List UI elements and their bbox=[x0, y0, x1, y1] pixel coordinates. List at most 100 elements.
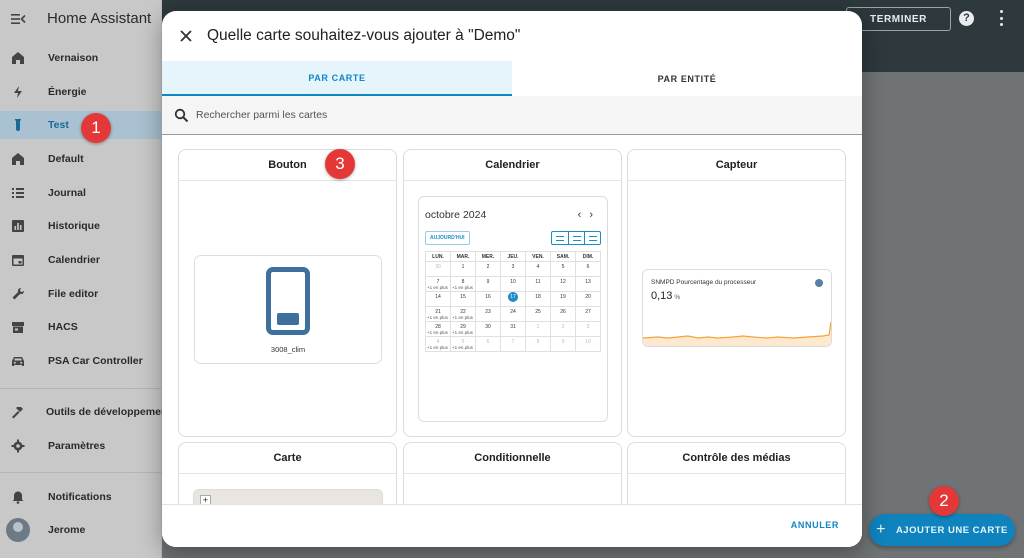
card-title: Capteur bbox=[628, 150, 845, 181]
sidebar-item-default[interactable]: Default bbox=[0, 145, 162, 173]
card-title: Calendrier bbox=[404, 150, 621, 181]
calendar-day: 2 bbox=[550, 321, 576, 337]
today-button: AUJOURD'HUI bbox=[425, 231, 470, 245]
card-option-map[interactable]: Carte + bbox=[178, 442, 397, 504]
sidebar-item-label: Test bbox=[48, 119, 69, 131]
sidebar-item-label: Vernaison bbox=[48, 52, 99, 64]
sidebar-item-hacs[interactable]: HACS bbox=[0, 313, 162, 341]
lightning-icon bbox=[10, 84, 26, 100]
card-option-button[interactable]: Bouton 3008_clim bbox=[178, 149, 397, 437]
day-number: 15 bbox=[460, 294, 466, 300]
home-icon bbox=[10, 151, 26, 167]
calendar-day: 1 bbox=[450, 261, 476, 277]
day-number: 17 bbox=[508, 292, 518, 302]
calendar-day: 10 bbox=[575, 336, 601, 352]
more-vertical-icon[interactable] bbox=[1000, 10, 1004, 26]
cellphone-icon bbox=[266, 267, 310, 335]
calendar-day: 20 bbox=[575, 291, 601, 307]
day-number: 18 bbox=[535, 294, 541, 300]
day-number: 10 bbox=[585, 339, 591, 345]
day-number: 2 bbox=[561, 324, 565, 330]
calendar-day: 9 bbox=[550, 336, 576, 352]
calendar-day: 1 bbox=[525, 321, 551, 337]
sidebar-item-historique[interactable]: Historique bbox=[0, 212, 162, 240]
help-icon[interactable]: ? bbox=[959, 11, 974, 26]
sidebar-item-psa-car-controller[interactable]: PSA Car Controller bbox=[0, 347, 162, 375]
calendar-icon bbox=[10, 252, 26, 268]
weekday-header: VEN. bbox=[525, 251, 551, 262]
calendar-day: 3 bbox=[500, 261, 526, 277]
button-card-preview: 3008_clim bbox=[194, 255, 382, 364]
day-number: 13 bbox=[585, 279, 591, 285]
calendar-day: 30 bbox=[475, 321, 501, 337]
dialog-title: Quelle carte souhaitez-vous ajouter à "D… bbox=[207, 27, 521, 44]
card-option-media-control[interactable]: Contrôle des médias bbox=[627, 442, 846, 504]
view-month-icon bbox=[552, 232, 568, 244]
chevron-left-icon: ‹ bbox=[577, 209, 590, 221]
card-grid: Bouton 3008_clim Calendrier octobre 2024… bbox=[162, 135, 862, 504]
close-icon[interactable] bbox=[179, 29, 193, 43]
car-icon bbox=[10, 353, 26, 369]
calendar-day: 8 bbox=[525, 336, 551, 352]
cancel-button[interactable]: ANNULER bbox=[791, 520, 839, 530]
sidebar-item-label: Énergie bbox=[48, 86, 87, 98]
day-number: 3 bbox=[511, 264, 515, 270]
calendar-day: 6 bbox=[475, 336, 501, 352]
calendar-day: 25 bbox=[525, 306, 551, 322]
sidebar-item-file-editor[interactable]: File editor bbox=[0, 280, 162, 308]
day-number: 23 bbox=[485, 309, 491, 315]
calendar-month: octobre 2024 bbox=[425, 209, 487, 221]
more-events-label: +1 en plus bbox=[427, 315, 448, 320]
add-card-label: AJOUTER UNE CARTE bbox=[895, 524, 1008, 536]
add-card-button[interactable]: + AJOUTER UNE CARTE bbox=[869, 514, 1015, 546]
day-number: 9 bbox=[486, 279, 490, 285]
chart-box-icon bbox=[10, 218, 26, 234]
weekday-header: MER. bbox=[475, 251, 501, 262]
card-picker-dialog: Quelle carte souhaitez-vous ajouter à "D… bbox=[162, 11, 862, 547]
step-badge-2: 2 bbox=[929, 486, 959, 516]
more-events-label: +1 en plus bbox=[452, 315, 473, 320]
day-number: 3 bbox=[586, 324, 590, 330]
sidebar-item-calendrier[interactable]: Calendrier bbox=[0, 246, 162, 274]
day-number: 2 bbox=[486, 264, 490, 270]
calendar-day: 5 bbox=[550, 261, 576, 277]
day-number: 1 bbox=[461, 264, 465, 270]
sidebar-item-journal[interactable]: Journal bbox=[0, 179, 162, 207]
day-number: 27 bbox=[585, 309, 591, 315]
sidebar-item-vernaison[interactable]: Vernaison bbox=[0, 44, 162, 72]
day-number: 20 bbox=[585, 294, 591, 300]
day-number: 16 bbox=[485, 294, 491, 300]
search-input[interactable]: Rechercher parmi les cartes bbox=[196, 109, 327, 121]
day-number: 6 bbox=[486, 339, 490, 345]
sidebar-item-label: Calendrier bbox=[48, 254, 100, 266]
day-number: 26 bbox=[560, 309, 566, 315]
card-option-calendar[interactable]: Calendrier octobre 2024 ‹› AUJOURD'HUI L… bbox=[403, 149, 622, 437]
menu-collapse-icon[interactable] bbox=[10, 11, 26, 27]
plus-icon: + bbox=[876, 521, 886, 538]
dialog-header: Quelle carte souhaitez-vous ajouter à "D… bbox=[162, 11, 862, 61]
card-title: Contrôle des médias bbox=[628, 443, 845, 474]
sidebar-item-notifications[interactable]: Notifications bbox=[0, 483, 162, 511]
day-number: 31 bbox=[510, 324, 516, 330]
step-badge-3: 3 bbox=[325, 149, 355, 179]
tab-par-carte[interactable]: PAR CARTE bbox=[162, 61, 512, 96]
gear-icon bbox=[10, 438, 26, 454]
card-option-sensor[interactable]: Capteur SNMPD Pourcentage du processeur … bbox=[627, 149, 846, 437]
store-icon bbox=[10, 319, 26, 335]
hammer-icon bbox=[10, 404, 24, 420]
home-icon bbox=[10, 50, 26, 66]
calendar-day: 24 bbox=[500, 306, 526, 322]
calendar-day: 23 bbox=[475, 306, 501, 322]
more-events-label: +1 en plus bbox=[452, 285, 473, 290]
weekday-header: MAR. bbox=[450, 251, 476, 262]
sidebar-item-outils-developpement[interactable]: Outils de développement bbox=[0, 398, 171, 426]
sidebar-item-user[interactable]: Jerome bbox=[0, 516, 162, 544]
sidebar-item-energie[interactable]: Énergie bbox=[0, 78, 162, 106]
card-option-conditional[interactable]: Conditionnelle bbox=[403, 442, 622, 504]
calendar-day: 9 bbox=[475, 276, 501, 292]
sidebar-item-parametres[interactable]: Paramètres bbox=[0, 432, 162, 460]
search-bar[interactable]: Rechercher parmi les cartes bbox=[162, 96, 862, 135]
tab-par-entite[interactable]: PAR ENTITÉ bbox=[512, 61, 862, 96]
view-switcher bbox=[551, 231, 601, 245]
sensor-name: SNMPD Pourcentage du processeur bbox=[651, 279, 757, 286]
